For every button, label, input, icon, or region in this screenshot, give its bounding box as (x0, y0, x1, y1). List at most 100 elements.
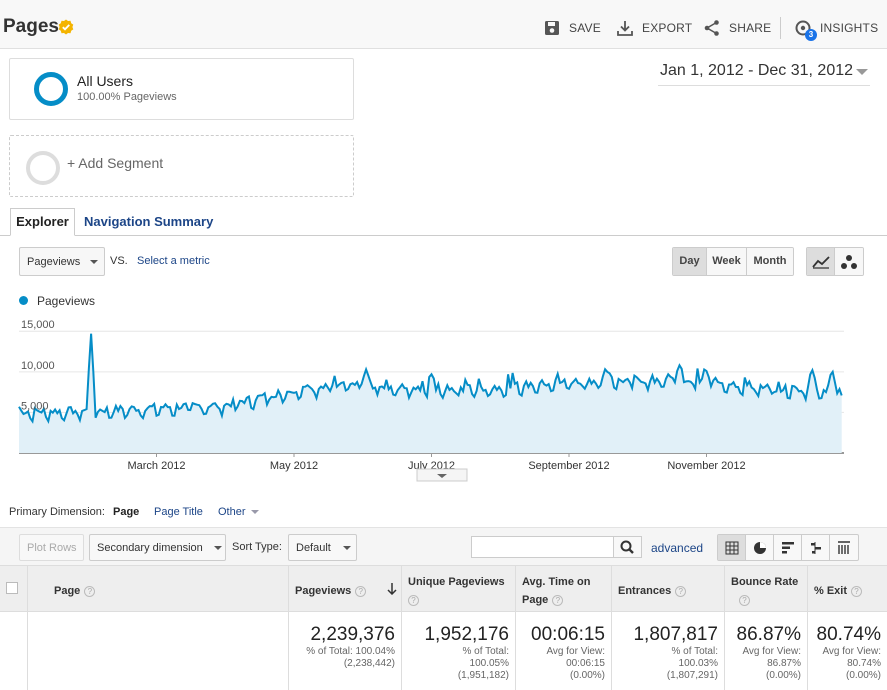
y-tick-label: 10,000 (21, 360, 55, 372)
granularity-toggle: Day Week Month (672, 247, 794, 276)
column-header-pageviews[interactable]: Pageviews? (288, 566, 401, 613)
insights-count-badge: 3 (805, 29, 817, 41)
plot-rows-button[interactable]: Plot Rows (19, 534, 84, 561)
primary-dimension-label: Primary Dimension: (9, 506, 105, 518)
motion-chart-button[interactable] (835, 248, 863, 275)
total-detail: % of Total: 100.04% (306, 646, 395, 657)
help-icon[interactable]: ? (408, 594, 419, 606)
table-header: Page? Pageviews? Unique Pageviews? Avg. … (0, 565, 887, 613)
primary-dimension-page-title[interactable]: Page Title (154, 506, 203, 518)
advanced-filter-link[interactable]: advanced (651, 541, 703, 555)
total-detail: 00:06:15 (566, 658, 605, 669)
save-button[interactable]: SAVE (543, 18, 601, 38)
sort-type-value: Default (296, 542, 331, 554)
totals-page-cell (27, 612, 289, 690)
bar-chart-icon (781, 541, 794, 553)
column-header-bounce-rate-label: Bounce Rate (731, 576, 799, 588)
column-header-unique-pageviews[interactable]: Unique Pageviews? (401, 566, 515, 613)
column-header-exit[interactable]: % Exit? (807, 566, 887, 613)
month-button[interactable]: Month (747, 248, 793, 275)
chart-type-toggle (806, 247, 864, 276)
total-value: 86.87% (736, 624, 801, 645)
total-detail: Avg for View: (822, 646, 881, 657)
help-icon[interactable]: ? (739, 594, 750, 606)
help-icon[interactable]: ? (355, 585, 367, 597)
total-detail: (2,238,442) (343, 658, 395, 669)
x-tick-label: September 2012 (528, 460, 609, 472)
add-segment-label: + Add Segment (67, 155, 164, 171)
grid-icon (725, 541, 738, 554)
insights-label: INSIGHTS (820, 21, 879, 35)
chevron-down-icon (250, 510, 259, 515)
select-metric-link[interactable]: Select a metric (137, 255, 210, 267)
search-button[interactable] (614, 536, 642, 558)
column-header-bounce-rate[interactable]: Bounce Rate? (724, 566, 807, 613)
pivot-view-button[interactable] (830, 535, 858, 560)
table-search-input[interactable] (471, 536, 614, 558)
table-toolbar: Plot Rows Secondary dimension Sort Type:… (0, 527, 887, 565)
bubble-chart-icon (841, 254, 857, 269)
week-button[interactable]: Week (707, 248, 747, 275)
primary-dimension-other[interactable]: Other (218, 506, 259, 518)
verified-badge-icon (58, 19, 74, 35)
column-header-page[interactable]: Page? (27, 566, 289, 613)
totals-exit-cell: 80.74% Avg for View: 80.74% (0.00%) (807, 612, 887, 690)
share-icon (704, 20, 719, 36)
add-segment-button[interactable]: + Add Segment (9, 135, 354, 197)
total-detail: 100.05% (469, 658, 509, 669)
segment-subtitle: 100.00% Pageviews (77, 91, 177, 103)
secondary-dimension-label: Secondary dimension (97, 542, 203, 554)
search-icon (620, 540, 634, 554)
total-value: 80.74% (816, 624, 881, 645)
column-header-entrances[interactable]: Entrances? (611, 566, 724, 613)
total-value: 00:06:15 (531, 624, 605, 645)
export-label: EXPORT (642, 21, 693, 35)
metric-select-value: Pageviews (27, 256, 81, 268)
primary-dimension-other-label: Other (218, 506, 246, 518)
select-all-checkbox[interactable] (6, 582, 18, 594)
sort-descending-icon (387, 583, 397, 595)
pageviews-chart: 15,00010,0005,000March 2012 May 2012 July … (18, 319, 844, 482)
table-view-toggle (717, 534, 859, 561)
totals-bounce-rate-cell: 86.87% Avg for View: 86.87% (0.00%) (724, 612, 807, 690)
column-header-avg-time[interactable]: Avg. Time on Page? (515, 566, 611, 613)
header-divider (780, 17, 781, 39)
pie-view-button[interactable] (746, 535, 774, 560)
total-detail: (0.00%) (845, 670, 881, 681)
y-tick-label: 15,000 (21, 319, 55, 331)
tab-navigation-summary[interactable]: Navigation Summary (84, 214, 213, 229)
help-icon[interactable]: ? (675, 585, 687, 597)
segment-ring-icon (34, 72, 68, 106)
y-tick-label: 5,000 (21, 400, 49, 412)
tab-explorer[interactable]: Explorer (10, 208, 75, 236)
performance-view-button[interactable] (774, 535, 802, 560)
help-icon[interactable]: ? (552, 594, 564, 606)
x-tick-label: November 2012 (667, 460, 745, 472)
help-icon[interactable]: ? (851, 585, 863, 597)
total-detail: 80.74% (847, 658, 881, 669)
help-icon[interactable]: ? (84, 585, 96, 597)
export-button[interactable]: EXPORT (616, 18, 692, 38)
total-detail: (0.00%) (765, 670, 801, 681)
segment-all-users[interactable]: All Users 100.00% Pageviews (9, 58, 354, 120)
tabs-divider (0, 235, 887, 236)
chart-collapse-handle[interactable] (416, 468, 468, 482)
totals-pageviews-cell: 2,239,376 % of Total: 100.04% (2,238,442… (288, 612, 401, 690)
totals-entrances-cell: 1,807,817 % of Total: 100.03% (1,807,291… (611, 612, 724, 690)
comparison-view-button[interactable] (802, 535, 830, 560)
line-chart-icon (811, 255, 830, 269)
vs-label: VS. (110, 255, 128, 267)
totals-checkbox-cell (0, 612, 27, 690)
line-chart-button[interactable] (807, 248, 835, 275)
column-header-page-label: Page (54, 585, 81, 597)
select-all-column (0, 566, 27, 613)
sort-type-select[interactable]: Default (288, 534, 357, 561)
primary-dimension-page[interactable]: Page (113, 506, 139, 518)
day-button[interactable]: Day (673, 248, 707, 275)
metric-select[interactable]: Pageviews (19, 247, 105, 276)
secondary-dimension-select[interactable]: Secondary dimension (89, 534, 226, 561)
date-range-picker[interactable]: Jan 1, 2012 - Dec 31, 2012 (658, 62, 870, 86)
x-tick-label: May 2012 (270, 460, 318, 472)
share-button[interactable]: SHARE (703, 18, 771, 38)
data-table-view-button[interactable] (718, 535, 746, 560)
